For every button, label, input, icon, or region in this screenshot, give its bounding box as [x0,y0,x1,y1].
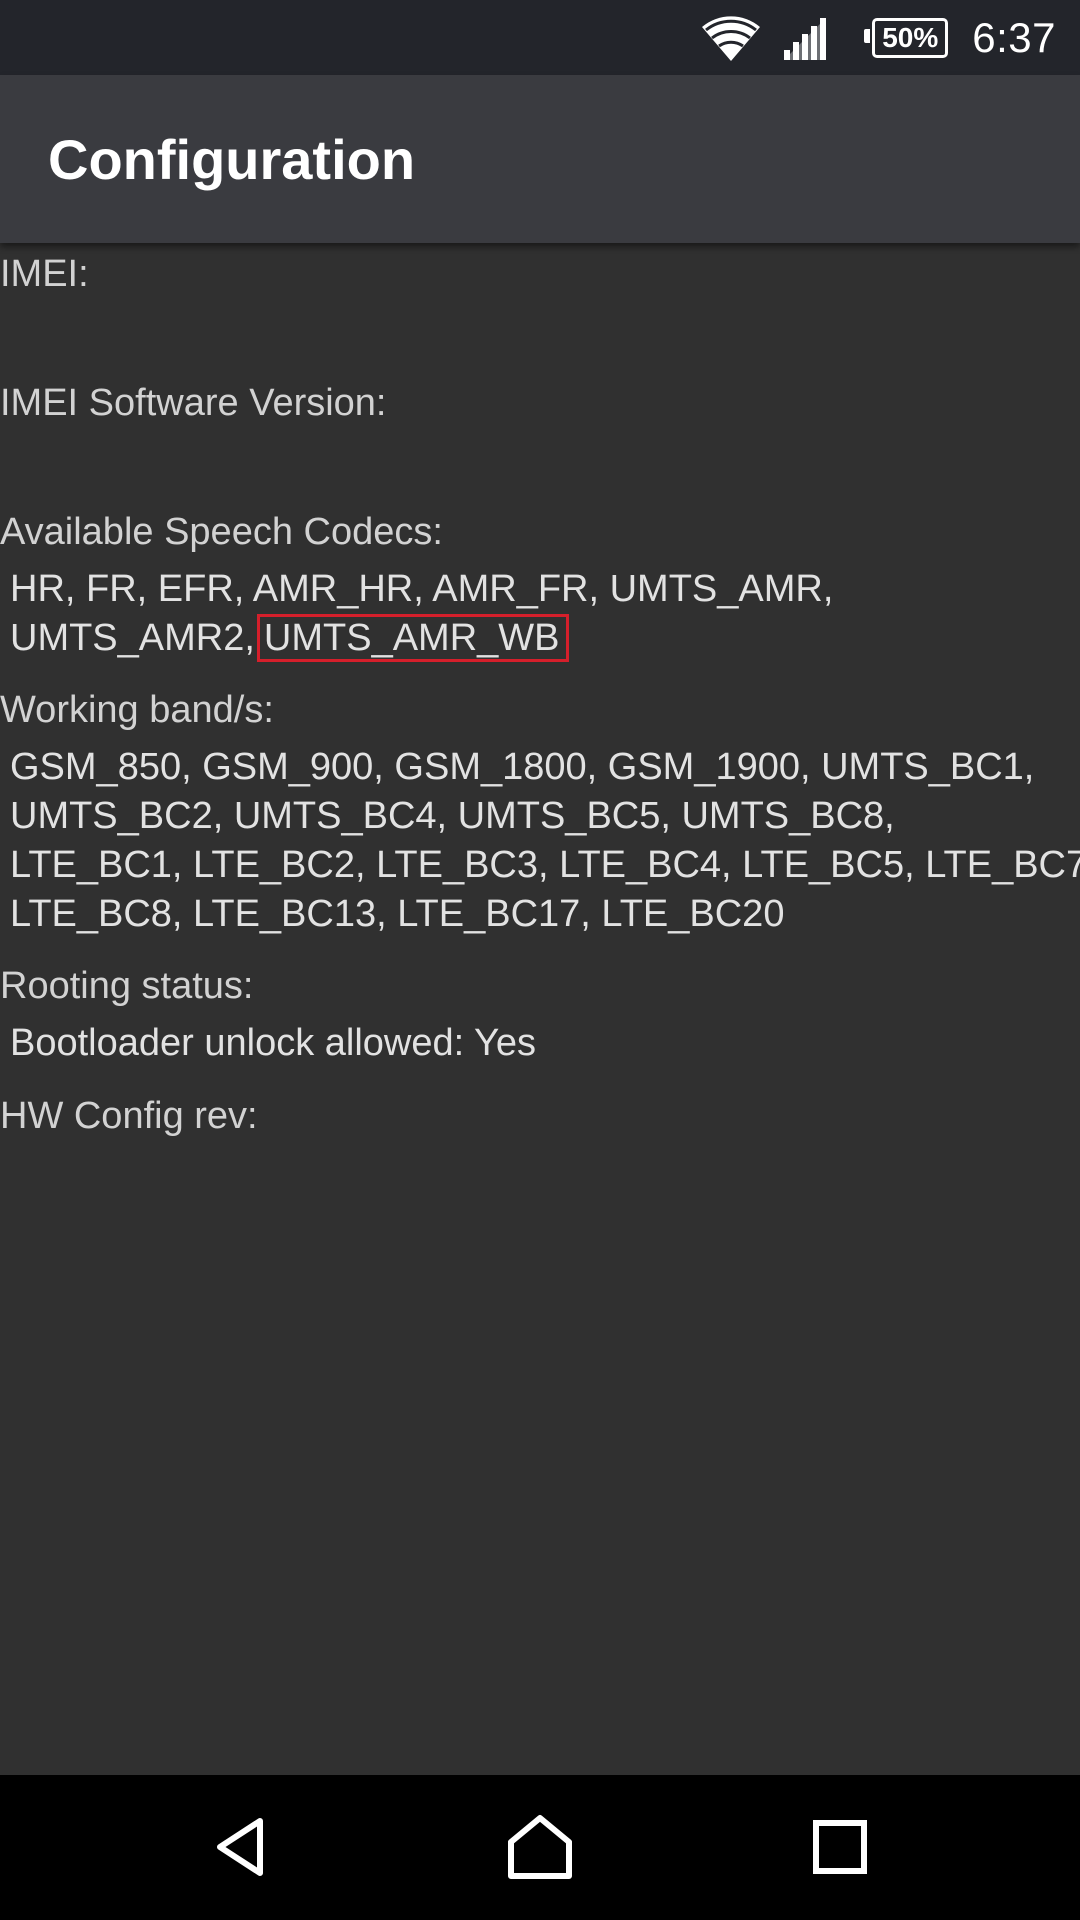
clock: 6:37 [972,13,1056,61]
signal-icon [782,16,828,60]
working-bands-value: GSM_850, GSM_900, GSM_1800, GSM_1900, UM… [0,743,1080,939]
battery-percentage: 50% [882,21,939,53]
navigation-bar [0,1775,1080,1920]
imei-sv-section: IMEI Software Version: [0,380,1080,426]
wifi-icon [702,15,761,61]
speech-codecs-line: HR, FR, EFR, AMR_HR, AMR_FR, UMTS_AMR, [10,568,834,610]
rooting-status-value: Bootloader unlock allowed: Yes [10,1022,537,1064]
imei-section: IMEI: [0,251,1080,297]
rooting-status-section: Rooting status: Bootloader unlock allowe… [0,963,1080,1068]
hw-config-label: HW Config rev: [0,1095,258,1137]
status-bar: 50% 6:37 [0,0,1080,75]
recents-icon [813,1820,867,1874]
speech-codecs-label: Available Speech Codecs: [0,511,443,553]
hw-config-section: HW Config rev: [0,1093,1080,1139]
imei-sv-label: IMEI Software Version: [0,382,387,424]
highlighted-codec: UMTS_AMR_WB [256,614,569,662]
working-bands-section: Working band/s: GSM_850, GSM_900, GSM_18… [0,687,1080,939]
page-title: Configuration [48,128,416,191]
working-bands-line: LTE_BC1, LTE_BC2, LTE_BC3, LTE_BC4, LTE_… [10,844,1080,886]
back-icon [217,1818,263,1876]
working-bands-line: LTE_BC8, LTE_BC13, LTE_BC17, LTE_BC20 [10,893,785,935]
speech-codecs-value: HR, FR, EFR, AMR_HR, AMR_FR, UMTS_AMR, U… [0,565,1080,663]
speech-codecs-section: Available Speech Codecs: HR, FR, EFR, AM… [0,509,1080,663]
recents-button[interactable] [790,1797,890,1897]
speech-codecs-line: UMTS_AMR2, UMTS_AMR_WB [10,614,1080,663]
working-bands-line: UMTS_BC2, UMTS_BC4, UMTS_BC5, UMTS_BC8, [10,795,895,837]
rooting-status-label: Rooting status: [0,965,254,1007]
working-bands-line: GSM_850, GSM_900, GSM_1800, GSM_1900, UM… [10,746,1035,788]
working-bands-label: Working band/s: [0,689,274,731]
back-button[interactable] [192,1797,292,1897]
app-bar: Configuration [0,75,1080,243]
battery-icon: 50% [864,17,949,58]
imei-label: IMEI: [0,253,89,295]
home-icon [508,1815,572,1879]
configuration-content[interactable]: IMEI: IMEI Software Version: Available S… [0,243,1080,1775]
home-button[interactable] [490,1797,590,1897]
speech-codecs-line-prefix: UMTS_AMR2, [10,617,255,659]
